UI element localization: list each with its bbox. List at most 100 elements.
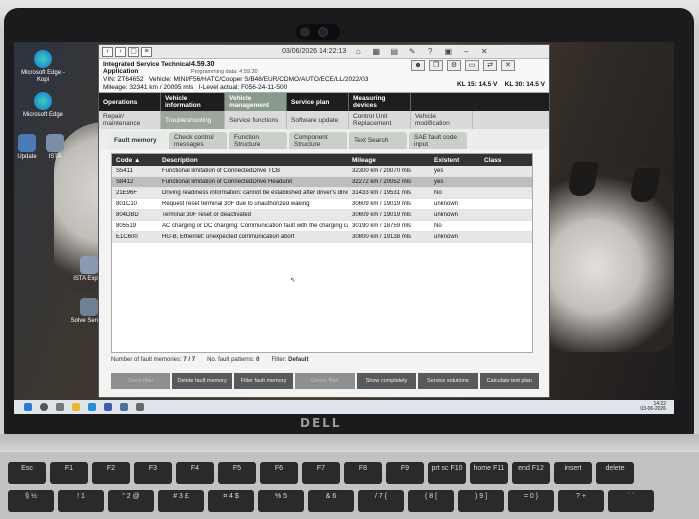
dell-logo: DELL: [300, 416, 342, 430]
ilevel-value: F056-24-11-500: [241, 84, 288, 91]
show-completely-button[interactable]: Show completely: [356, 373, 417, 389]
column-code[interactable]: Code ▲: [112, 157, 158, 164]
calculate-test-plan-button[interactable]: Calculate test plan: [479, 373, 539, 389]
tab-fault-memory[interactable]: Fault memory: [109, 132, 167, 149]
nav-vehicle-management[interactable]: Vehicle management: [225, 93, 287, 111]
nav-vehicle-information[interactable]: Vehicle information: [161, 93, 225, 111]
ista-taskbar-icon[interactable]: [120, 403, 128, 411]
tab-check-control-messages[interactable]: Check control messages: [169, 132, 227, 149]
subnav-troubleshooting[interactable]: Troubleshooting: [161, 111, 225, 129]
table-row[interactable]: 804DBD Terminal 30F reset or deactivated 3…: [112, 210, 532, 221]
cell-existent: unknown: [434, 234, 459, 240]
keyboard-key: = 0 }: [508, 490, 554, 512]
cell-description: AC charging or DC charging: Communicatio…: [162, 223, 348, 229]
file-explorer-icon[interactable]: [72, 403, 80, 411]
table-row[interactable]: 805519 AC charging or DC charging: Commun…: [112, 221, 532, 232]
keyboard-key: / 7 {: [358, 490, 404, 512]
tab-component-structure[interactable]: Component Structure: [289, 132, 347, 149]
table-header: Code ▲ Description Mileage Existent Clas…: [112, 154, 532, 166]
gear-icon[interactable]: ⚙: [447, 60, 461, 71]
cell-description: Functional limitation of ConnectedDrive …: [162, 168, 280, 174]
wrench-icon[interactable]: ✎: [406, 47, 418, 57]
screen-icon[interactable]: ▭: [465, 60, 479, 71]
edge-taskbar-icon[interactable]: [88, 403, 96, 411]
task-view-icon[interactable]: [56, 403, 64, 411]
keyboard-key: " 2 @: [108, 490, 154, 512]
column-class[interactable]: Class: [480, 157, 532, 164]
connection-icon[interactable]: ⇄: [483, 60, 497, 71]
nav-measuring-devices[interactable]: Measuring devices: [349, 93, 411, 111]
subnav-service-functions[interactable]: Service functions: [225, 111, 287, 129]
grid-icon[interactable]: ▦: [370, 47, 382, 57]
filter-value: Default: [288, 357, 309, 363]
subnav-vehicle-modification[interactable]: Vehicle modification: [411, 111, 473, 129]
app-taskbar-icon[interactable]: [136, 403, 144, 411]
store-icon[interactable]: [104, 403, 112, 411]
close-session-icon[interactable]: ✕: [501, 60, 515, 71]
app-title-line1: Integrated Service Technical: [103, 61, 191, 68]
search-icon[interactable]: [40, 403, 48, 411]
troubleshooting-tabs: Fault memory Check control messages Func…: [99, 129, 549, 149]
table-row[interactable]: 801C10 Request reset terminal 30F due to …: [112, 199, 532, 210]
keyboard-key: F6: [260, 462, 298, 484]
vin-vehicle-line: VIN: ZT64652 Vehicle: MINI/F56/HATC/Coop…: [103, 76, 368, 83]
keyboard-key: Esc: [8, 462, 46, 484]
cell-code: 21E96F: [116, 190, 138, 196]
cell-code: E1C600: [116, 234, 138, 240]
column-description[interactable]: Description: [158, 157, 348, 164]
mouse-cursor-icon: ⇖: [290, 277, 296, 284]
tab-text-search[interactable]: Text Search: [349, 132, 407, 149]
print-icon[interactable]: ▤: [388, 47, 400, 57]
desktop-icon-ista[interactable]: ISTA: [30, 134, 80, 161]
show-filter-button[interactable]: Show filter: [111, 373, 171, 389]
secondary-toolbar: ☻ ❐ ⚙ ▭ ⇄ ✕: [411, 60, 515, 71]
table-body: S5411 Functional limitation of ConnectedD…: [112, 166, 532, 243]
page-icon[interactable]: ▢: [128, 46, 139, 57]
system-tray[interactable]: 14:22 03-06-2026: [640, 402, 666, 412]
keyboard-key: ¤ 4 $: [208, 490, 254, 512]
back-icon[interactable]: ‹: [102, 46, 113, 57]
nav-service-plan[interactable]: Service plan: [287, 93, 349, 111]
minimize-icon[interactable]: –: [460, 47, 472, 57]
keyboard-key: % 5: [258, 490, 304, 512]
tab-sae-fault-code-input[interactable]: SAE fault code input: [409, 132, 467, 149]
column-existent[interactable]: Existent: [430, 157, 480, 164]
filter-fault-memory-button[interactable]: Filter fault memory: [233, 373, 294, 389]
fault-memory-table: Code ▲ Description Mileage Existent Clas…: [111, 153, 533, 353]
table-row[interactable]: 21E96F Driving readiness information: can…: [112, 188, 532, 199]
forward-icon[interactable]: ›: [115, 46, 126, 57]
subnav-software-update[interactable]: Software update: [287, 111, 349, 129]
subnav-control-unit-replacement[interactable]: Control Unit Replacement: [349, 111, 411, 129]
desktop-icon-edge[interactable]: Microsoft Edge: [18, 92, 68, 119]
service-solutions-button[interactable]: Service solutions: [418, 373, 478, 389]
table-row[interactable]: S5411 Functional limitation of ConnectedD…: [112, 166, 532, 177]
close-icon[interactable]: ✕: [478, 47, 490, 57]
vehicle-label: Vehicle:: [148, 76, 172, 83]
delete-fault-memory-button[interactable]: Delete fault memory: [172, 373, 232, 389]
table-row[interactable]: S8412 Functional limitation of ConnectedD…: [112, 177, 532, 188]
list-icon[interactable]: ≡: [141, 46, 152, 57]
table-row[interactable]: E1C600 HU-B, Ethernet: unexpected communi…: [112, 232, 532, 243]
help-icon[interactable]: ?: [424, 47, 436, 57]
column-mileage[interactable]: Mileage: [348, 157, 430, 164]
edge-icon: [34, 92, 52, 110]
start-icon[interactable]: [24, 403, 32, 411]
home-icon[interactable]: ⌂: [352, 47, 364, 57]
nav-operations[interactable]: Operations: [99, 93, 161, 111]
keyboard-number-row: § ½! 1 " 2 @ # 3 £ ¤ 4 $% 5 & 6/ 7 {( 8 [) 9…: [8, 490, 654, 512]
keyboard-key: ( 8 [: [408, 490, 454, 512]
delete-filter-button[interactable]: Delete filter: [295, 373, 355, 389]
cell-description: HU-B, Ethernet: unexpected communication…: [162, 234, 295, 240]
ista-window: ‹ › ▢ ≡ 03/06/2026 14:22:13 ⌂ ▦ ▤ ✎ ? ▣ …: [98, 44, 550, 398]
subnav-repair-maintenance[interactable]: Repair/ maintenance: [99, 111, 161, 129]
copy-icon[interactable]: ❐: [429, 60, 443, 71]
user-icon[interactable]: ☻: [411, 60, 425, 71]
tab-function-structure[interactable]: Function Structure: [229, 132, 287, 149]
keyboard-key: # 3 £: [158, 490, 204, 512]
keyboard-key: end F12: [512, 462, 550, 484]
keyboard-key: F9: [386, 462, 424, 484]
keyboard-key: F3: [134, 462, 172, 484]
cell-existent: unknown: [434, 201, 459, 207]
desktop-icon-edge-copy[interactable]: Microsoft Edge - Kopi: [18, 50, 68, 84]
document-icon[interactable]: ▣: [442, 47, 454, 57]
